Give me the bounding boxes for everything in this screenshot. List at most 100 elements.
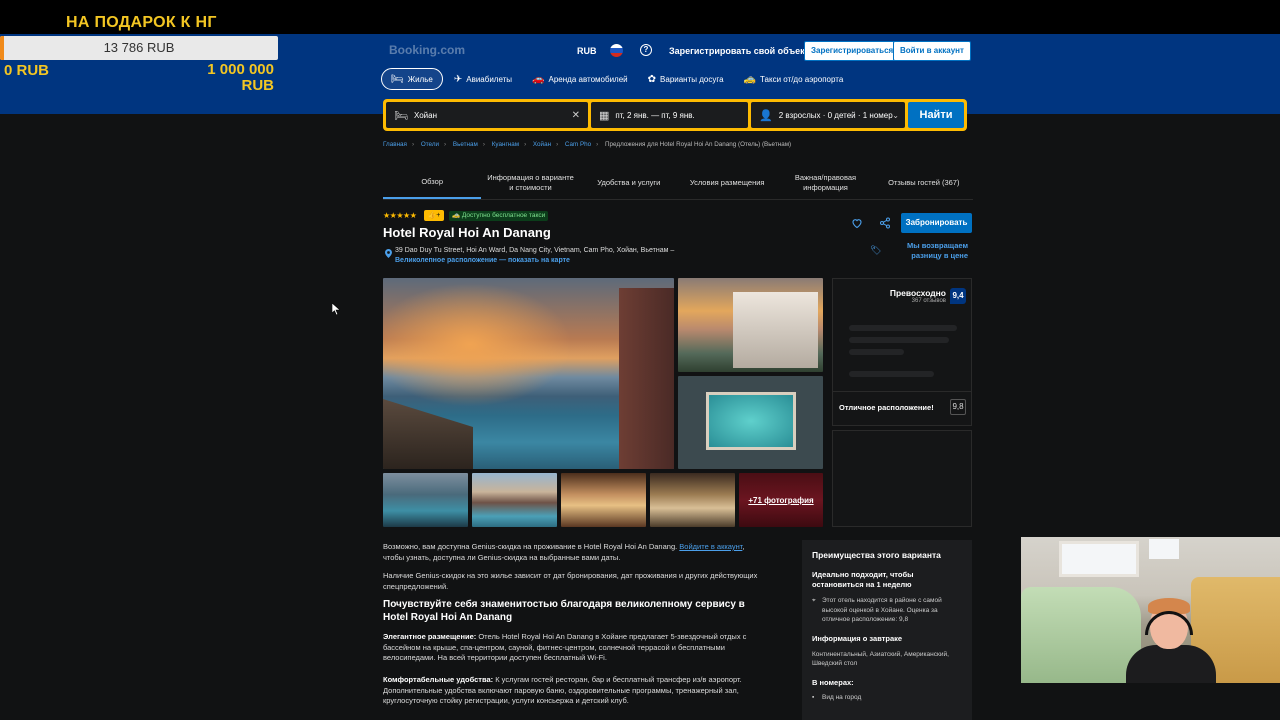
highlights-title: Преимущества этого варианта — [812, 550, 941, 560]
list-property-link[interactable]: Зарегистрировать свой объект — [669, 46, 809, 56]
attractions-icon: ✿ — [647, 73, 657, 85]
map-card[interactable] — [832, 430, 972, 527]
destination-value: Хойан — [413, 110, 437, 120]
clear-icon[interactable]: ✕ — [572, 110, 580, 121]
nav-stays[interactable]: 🛏 Жилье — [381, 68, 443, 90]
photo-building — [619, 288, 674, 469]
more-photos-label[interactable]: +71 фотография — [739, 473, 823, 527]
guests-field[interactable]: 👤 2 взрослых · 0 детей · 1 номер ⌄ — [751, 102, 905, 128]
share-icon[interactable] — [879, 217, 891, 229]
nav-label: Варианты досуга — [660, 74, 724, 84]
review-score-card: Превосходно 367 отзывов 9,4 Отличное рас… — [832, 278, 972, 426]
bed-icon: 🛏 — [391, 73, 404, 85]
webcam-person-body — [1126, 645, 1216, 683]
location-score-label: Отличное расположение! — [839, 403, 934, 412]
breadcrumb-separator: › — [482, 141, 485, 148]
nav-airport-taxi[interactable]: 🚕 Такси от/до аэропорта — [735, 68, 853, 90]
promo-progress-value: 13 786 RUB — [103, 40, 175, 55]
nav-label: Жилье — [407, 74, 433, 84]
tab-reviews[interactable]: Отзывы гостей (367) — [875, 166, 973, 199]
gallery-thumbnail[interactable] — [650, 473, 735, 527]
free-taxi-badge: 🚕 Доступно бесплатное такси — [449, 211, 549, 221]
tab-house-rules[interactable]: Условия размещения — [678, 166, 776, 199]
price-match-link[interactable]: Мы возвращаем разницу в цене — [888, 241, 968, 261]
register-button[interactable]: Зарегистрироваться — [804, 41, 901, 61]
breadcrumb: Главная › Отели › Вьетнам › Куангнам › Хойан… — [383, 141, 791, 148]
breadcrumb-current: Предложения для Hotel Royal Hoi An Danan… — [605, 141, 792, 148]
search-button[interactable]: Найти — [908, 102, 964, 128]
car-icon: 🚗 — [532, 73, 545, 85]
breadcrumb-item[interactable]: Cam Pho — [565, 141, 591, 148]
breadcrumb-item[interactable]: Главная — [383, 141, 407, 148]
webcam-overlay — [1021, 537, 1280, 683]
city-view-icon: ▪ — [812, 693, 815, 701]
hotel-address: 39 Dao Duy Tu Street, Hoi An Ward, Da Na… — [395, 247, 675, 254]
taxi-icon: 🚕 — [452, 212, 462, 219]
breadcrumb-item[interactable]: Хойан — [533, 141, 551, 148]
tab-overview[interactable]: Обзор — [383, 166, 482, 199]
webcam-window — [1059, 541, 1139, 577]
breadcrumb-item[interactable]: Вьетнам — [453, 141, 478, 148]
heart-icon[interactable] — [851, 217, 863, 229]
chevron-down-icon: ⌄ — [892, 110, 899, 120]
highlights-subtitle: Идеально подходит, чтобы остановиться на… — [812, 570, 914, 589]
genius-text-1: Возможно, вам доступна Genius-скидка на … — [383, 542, 678, 551]
booking-logo[interactable]: Booking.com — [389, 43, 465, 57]
description-heading: Почувствуйте себя знаменитостью благодар… — [383, 599, 745, 623]
currency-selector[interactable]: RUB — [577, 46, 597, 56]
review-count[interactable]: 367 отзывов — [833, 298, 946, 304]
gallery-thumbnail[interactable] — [383, 473, 468, 527]
room-feature-text: Вид на город — [822, 693, 862, 701]
product-nav: 🛏 Жилье ✈ Авиабилеты 🚗 Аренда автомобилей ✿… — [381, 68, 854, 90]
loading-placeholder — [849, 337, 949, 343]
sign-in-link[interactable]: Войдите в аккаунт — [679, 542, 742, 551]
webcam-sofa — [1021, 587, 1141, 683]
nav-label: Авиабилеты — [466, 74, 513, 84]
breakfast-text: Континентальный, Азиатский, Американский… — [812, 650, 949, 668]
score-badge: 9,4 — [950, 288, 966, 304]
promo-title: НА ПОДАРОК К НГ — [66, 14, 217, 31]
pool-aerial-photo[interactable] — [678, 376, 823, 469]
breadcrumb-separator: › — [411, 141, 415, 148]
main-photo[interactable] — [383, 278, 674, 469]
nav-flights[interactable]: ✈ Авиабилеты — [445, 68, 521, 90]
plane-icon: ✈ — [453, 73, 463, 85]
reserve-button[interactable]: Забронировать — [901, 213, 972, 233]
show-on-map-link[interactable]: Великолепное расположение — показать на … — [395, 257, 570, 264]
breadcrumb-item[interactable]: Отели — [421, 141, 439, 148]
location-score-badge: 9,8 — [950, 399, 966, 415]
gallery-thumbnail[interactable] — [472, 473, 557, 527]
tab-info-prices[interactable]: Информация о варианте и стоимости — [481, 166, 579, 199]
highlight-location-text: Этот отель находится в районе с самой вы… — [822, 597, 942, 623]
score-label: Превосходно — [889, 288, 946, 298]
webcam-window — [1149, 539, 1179, 559]
webcam-person — [1126, 598, 1216, 683]
photo-hotel-facade — [733, 292, 818, 368]
bed-icon: 🛏 — [394, 109, 408, 122]
genius-note: Наличие Genius-скидок на это жилье завис… — [383, 571, 758, 591]
tab-facilities[interactable]: Удобства и услуги — [580, 166, 678, 199]
dates-field[interactable]: ▦ пт, 2 янв. — пт, 9 янв. — [591, 102, 748, 128]
nav-attractions[interactable]: ✿ Варианты досуга — [639, 68, 733, 90]
taxi-icon: 🚕 — [743, 73, 756, 85]
sign-in-button[interactable]: Войти в аккаунт — [893, 41, 971, 61]
divider — [833, 391, 971, 392]
breakfast-title: Информация о завтраке — [812, 633, 903, 643]
destination-field[interactable]: 🛏 Хойан ✕ — [386, 102, 588, 128]
help-icon[interactable]: ? — [640, 44, 652, 56]
description-paragraph-1: Элегантное размещение: Отель Hotel Royal… — [383, 632, 763, 664]
guests-value: 2 взрослых · 0 детей · 1 номер — [778, 110, 893, 120]
language-flag-icon[interactable] — [610, 44, 623, 57]
hotel-exterior-photo[interactable] — [678, 278, 823, 372]
nav-car-rental[interactable]: 🚗 Аренда автомобилей — [523, 68, 637, 90]
promo-min-label: 0 RUB — [4, 62, 50, 79]
breadcrumb-separator: › — [596, 141, 599, 148]
tab-fine-print[interactable]: Важная/правовая информация — [776, 166, 874, 199]
breadcrumb-separator: › — [444, 141, 447, 148]
more-photos-thumbnail[interactable]: +71 фотография — [739, 473, 823, 527]
photo-pool — [706, 392, 796, 450]
gallery-thumbnail[interactable] — [561, 473, 646, 527]
property-highlights: Преимущества этого варианта Идеально под… — [802, 540, 972, 720]
breadcrumb-item[interactable]: Куангнам — [492, 141, 519, 148]
free-taxi-label: Доступно бесплатное такси — [461, 212, 546, 219]
